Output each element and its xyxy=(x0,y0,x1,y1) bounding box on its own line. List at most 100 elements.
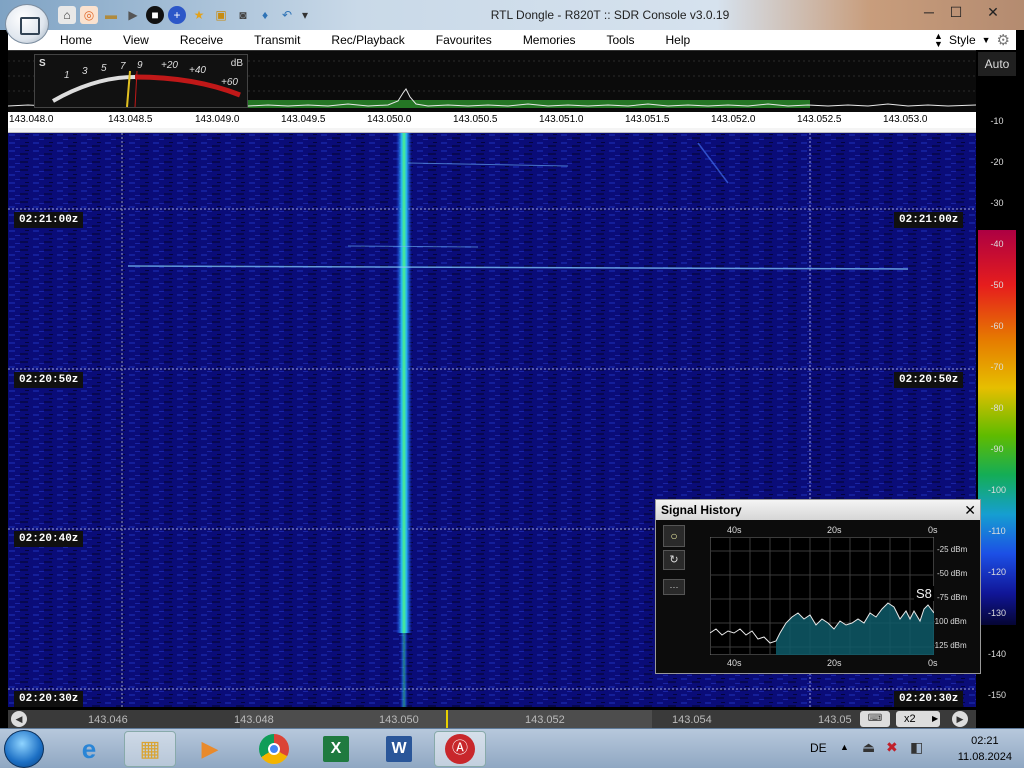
lifebuoy-icon[interactable]: ◎ xyxy=(80,6,98,24)
settings-gear-icon[interactable]: ⚙ xyxy=(997,31,1010,49)
meter-arc xyxy=(52,70,241,108)
clock-date: 11.08.2024 xyxy=(957,751,1012,763)
bottom-freq-label: 143.046 xyxy=(88,714,128,726)
add-icon[interactable]: + xyxy=(168,6,186,24)
frequency-axis[interactable]: 143.048.0 143.048.5 143.049.0 143.049.5 … xyxy=(8,112,976,128)
folder-icon[interactable]: ▬ xyxy=(102,6,120,24)
tray-volume-icon[interactable]: ◧ xyxy=(910,739,923,756)
signal-history-graph xyxy=(710,537,934,655)
bottom-freq-label: 143.054 xyxy=(672,714,712,726)
start-button[interactable] xyxy=(4,730,44,768)
tray-network-icon[interactable]: ✖ xyxy=(886,739,898,756)
keyboard-icon[interactable]: ⌨ xyxy=(860,711,890,727)
menu-transmit[interactable]: Transmit xyxy=(254,33,315,47)
history-top-tick: 40s xyxy=(727,525,742,535)
language-indicator[interactable]: DE xyxy=(810,741,827,755)
bottom-freq-label: 143.050 xyxy=(379,714,419,726)
scale-label: -120 xyxy=(987,567,1006,577)
time-label-left: 02:21:00z xyxy=(14,212,84,228)
spectrum-display[interactable]: S dB 1 3 5 7 9 +20 +40 +60 143.048.0 143… xyxy=(8,50,976,128)
minimize-button[interactable]: ─ xyxy=(916,2,942,22)
freq-label: 143.050.0 xyxy=(367,114,412,125)
show-hidden-icons[interactable]: ▲ xyxy=(840,742,849,752)
signal-history-title: Signal History xyxy=(661,503,742,517)
file-explorer-icon[interactable]: ▦ xyxy=(124,731,176,767)
history-bottom-tick: 40s xyxy=(727,658,742,668)
scroll-arrows-icon[interactable]: ▲ ▼ xyxy=(934,32,943,49)
signal-history-panel: Signal History ✕ ○ ↻ ··· 40s 20s 0s 40s … xyxy=(655,499,981,674)
freq-label: 143.049.5 xyxy=(281,114,326,125)
internet-explorer-icon[interactable]: e xyxy=(63,731,115,767)
undo-icon[interactable]: ↶ xyxy=(278,6,296,24)
scale-label: -40 xyxy=(990,239,1004,249)
stop-icon[interactable]: ■ xyxy=(146,6,164,24)
scroll-left-icon[interactable]: ◀ xyxy=(11,711,27,727)
window-title: RTL Dongle - R820T :: SDR Console v3.0.1… xyxy=(490,8,730,22)
scroll-right-icon[interactable]: ▶ xyxy=(952,711,968,727)
menu-help[interactable]: Help xyxy=(666,33,706,47)
freq-label: 143.051.5 xyxy=(625,114,670,125)
menu-view[interactable]: View xyxy=(123,33,164,47)
scale-label: -60 xyxy=(990,321,1004,331)
lock-icon[interactable]: ▣ xyxy=(212,6,230,24)
title-bar: ⌂ ◎ ▬ ▶ ■ + ★ ▣ ◙ ♦ ↶ ▾ RTL Dongle - R82… xyxy=(0,0,1024,30)
time-label-left: 02:20:30z xyxy=(14,691,84,707)
menu-favourites[interactable]: Favourites xyxy=(436,33,507,47)
camera-icon[interactable]: ◙ xyxy=(234,6,252,24)
freq-label: 143.048.0 xyxy=(9,114,54,125)
freq-label: 143.048.5 xyxy=(108,114,153,125)
qat-dropdown-icon[interactable]: ▾ xyxy=(300,6,310,24)
auto-scale-button[interactable]: Auto xyxy=(978,52,1016,76)
history-dbm-label: -125 dBm xyxy=(932,641,967,650)
history-ctrl-reset[interactable]: ↻ xyxy=(663,550,685,570)
signal-history-header[interactable]: Signal History ✕ xyxy=(656,500,980,520)
signal-history-close-button[interactable]: ✕ xyxy=(964,500,976,520)
menu-rec-playback[interactable]: Rec/Playback xyxy=(331,33,419,47)
sdr-console-taskbar-icon[interactable]: Ⓐ xyxy=(434,731,486,767)
freq-label: 143.052.5 xyxy=(797,114,842,125)
star-icon[interactable]: ★ xyxy=(190,6,208,24)
history-ctrl-more[interactable]: ··· xyxy=(663,579,685,595)
frequency-scroll-bar[interactable]: ◀ 143.046 143.048 143.050 143.052 143.05… xyxy=(8,710,976,728)
scale-label: -100 xyxy=(987,485,1006,495)
excel-icon[interactable]: X xyxy=(310,731,362,767)
home-icon[interactable]: ⌂ xyxy=(58,6,76,24)
menu-home[interactable]: Home xyxy=(60,33,107,47)
word-icon[interactable]: W xyxy=(373,731,425,767)
freq-label: 143.050.5 xyxy=(453,114,498,125)
chrome-icon[interactable] xyxy=(248,731,300,767)
tuner-icon[interactable]: ♦ xyxy=(256,6,274,24)
bottom-freq-label: 143.05 xyxy=(818,714,852,726)
scale-label: -110 xyxy=(988,526,1006,536)
style-dropdown-icon[interactable]: ▼ xyxy=(982,35,991,45)
history-ctrl-record[interactable]: ○ xyxy=(663,525,685,547)
time-label-right: 02:20:30z xyxy=(894,691,964,707)
maximize-button[interactable]: ☐ xyxy=(943,2,969,22)
style-button[interactable]: Style xyxy=(949,33,976,47)
freq-label: 143.052.0 xyxy=(711,114,756,125)
history-dbm-label: -50 dBm xyxy=(937,569,968,578)
history-bottom-tick: 20s xyxy=(827,658,842,668)
history-dbm-label: -25 dBm xyxy=(937,545,968,554)
menu-receive[interactable]: Receive xyxy=(180,33,238,47)
media-player-icon[interactable]: ▶ xyxy=(184,731,236,767)
scale-label: -30 xyxy=(990,198,1004,208)
scale-label: -50 xyxy=(990,280,1004,290)
freq-label: 143.049.0 xyxy=(195,114,240,125)
menu-bar: Home View Receive Transmit Rec/Playback … xyxy=(8,30,1016,50)
tray-usb-icon[interactable]: ⏏ xyxy=(862,739,875,756)
freq-label: 143.053.0 xyxy=(883,114,928,125)
app-menu-orb[interactable] xyxy=(5,4,49,44)
system-clock[interactable]: 02:21 11.08.2024 xyxy=(958,733,1012,765)
freq-label: 143.051.0 xyxy=(539,114,584,125)
bottom-freq-label: 143.048 xyxy=(234,714,274,726)
scale-label: -150 xyxy=(987,690,1006,700)
color-scale: -10 -20 -30 -40 -50 -60 -70 -80 -90 -100… xyxy=(978,78,1016,708)
play-icon[interactable]: ▶ xyxy=(124,6,142,24)
sdr-console-window: ⌂ ◎ ▬ ▶ ■ + ★ ▣ ◙ ♦ ↶ ▾ RTL Dongle - R82… xyxy=(0,0,1024,728)
close-button[interactable]: ✕ xyxy=(980,2,1006,22)
menu-tools[interactable]: Tools xyxy=(607,33,650,47)
zoom-arrow-icon[interactable]: ▶ xyxy=(932,714,938,723)
quick-access-toolbar: ⌂ ◎ ▬ ▶ ■ + ★ ▣ ◙ ♦ ↶ ▾ xyxy=(58,6,310,24)
menu-memories[interactable]: Memories xyxy=(523,33,591,47)
